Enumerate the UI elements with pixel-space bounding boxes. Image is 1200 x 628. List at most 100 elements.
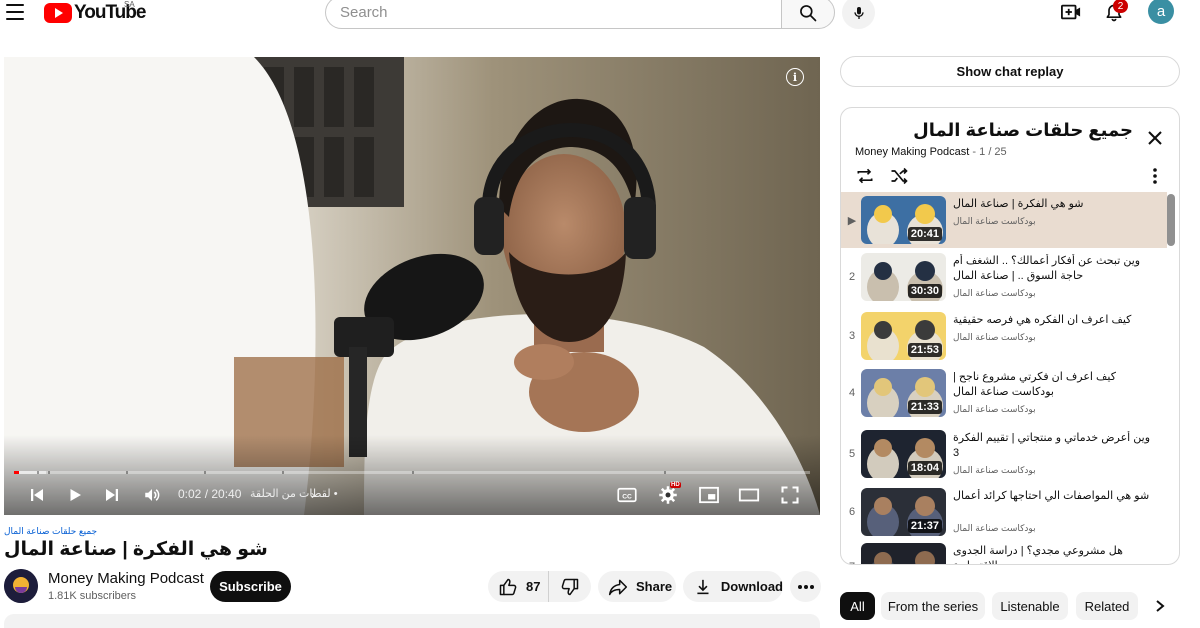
channel-avatar[interactable]	[4, 569, 38, 603]
playlist-item[interactable]: ▶ 20:41 شو هي الفكرة | صناعة المال بودكاست …	[841, 192, 1167, 248]
playlist-item-title[interactable]: وين تبحث عن أفكار أعمالك؟ .. الشغف أم حا…	[953, 254, 1159, 284]
playlist-item-index: 6	[848, 506, 856, 518]
progress-bar[interactable]	[14, 471, 810, 474]
download-button[interactable]: Download	[683, 571, 783, 602]
download-label: Download	[720, 579, 783, 594]
play-button[interactable]	[64, 484, 86, 506]
search-icon	[800, 4, 817, 21]
search-input[interactable]	[340, 4, 782, 21]
now-playing-icon: ▶	[847, 215, 857, 227]
playlist-item-title[interactable]: هل مشروعي مجدي؟ | دراسة الجدوى الاقتصادي…	[953, 544, 1159, 564]
chips-next-button[interactable]	[1148, 594, 1172, 618]
playlist-panel: جميع حلقات صناعة المال Money Making Podc…	[840, 107, 1180, 565]
settings-button[interactable]: HD	[656, 482, 681, 506]
subscribe-button[interactable]: Subscribe	[210, 571, 291, 602]
playlist-item-channel: بودكاست صناعة المال	[953, 523, 1036, 533]
playlist-item-title[interactable]: كيف اعرف ان الفكره هي فرصه حقيقية	[953, 313, 1159, 328]
share-button[interactable]: Share	[598, 571, 676, 602]
playlist-meta: Money Making Podcast - 1 / 25	[855, 146, 1007, 158]
fullscreen-icon	[781, 486, 799, 504]
playlist-item[interactable]: 7 هل مشروعي مجدي؟ | دراسة الجدوى الاقتصاد…	[841, 539, 1167, 564]
menu-icon[interactable]	[6, 4, 24, 20]
playlist-owner[interactable]: Money Making Podcast	[855, 146, 969, 158]
video-player[interactable]: i 0:02 / 20:40 • لقطات من الحلقة › CC HD	[4, 57, 820, 515]
theater-mode-icon	[738, 488, 760, 502]
playlist-more-button[interactable]	[1145, 166, 1165, 186]
create-button[interactable]	[1058, 0, 1084, 24]
playlist-item-channel: بودكاست صناعة المال	[953, 465, 1036, 475]
subtitles-button[interactable]: CC	[616, 484, 638, 506]
play-icon	[70, 489, 81, 501]
playlist-item[interactable]: 2 30:30 وين تبحث عن أفكار أعمالك؟ .. الشغف…	[841, 249, 1167, 305]
mute-button[interactable]	[141, 484, 163, 506]
playlist-item-thumbnail[interactable]	[861, 543, 946, 564]
playlist-title[interactable]: جميع حلقات صناعة المال	[913, 120, 1133, 141]
playlist-item-title[interactable]: كيف اعرف ان فكرتي مشروع ناجح | بودكاست ص…	[953, 370, 1159, 400]
description-box[interactable]	[4, 614, 820, 628]
download-icon	[697, 579, 709, 594]
thumbs-down-icon	[561, 578, 579, 595]
chapter-title[interactable]: • لقطات من الحلقة	[250, 487, 338, 500]
loop-playlist-button[interactable]	[855, 166, 875, 186]
playlist-item-title[interactable]: شو هي الفكرة | صناعة المال	[953, 197, 1159, 212]
playlist-item-thumbnail[interactable]: 21:53	[861, 312, 946, 360]
miniplayer-button[interactable]	[697, 484, 721, 506]
volume-icon	[145, 489, 160, 501]
channel-name[interactable]: Money Making Podcast	[48, 570, 204, 587]
playlist-item-thumbnail[interactable]: 18:04	[861, 430, 946, 478]
chapter-marker	[126, 471, 128, 474]
next-button[interactable]	[101, 484, 123, 506]
account-avatar[interactable]: a	[1148, 0, 1174, 24]
video-title: شو هي الفكرة | صناعة المال	[4, 539, 268, 560]
dislike-button[interactable]	[548, 571, 591, 602]
playlist-items: ▶ 20:41 شو هي الفكرة | صناعة المال بودكاست …	[841, 192, 1167, 564]
duration-badge: 18:04	[907, 461, 942, 475]
previous-button[interactable]	[26, 484, 48, 506]
like-button[interactable]: 87	[488, 571, 548, 602]
filter-chip-from-the-series[interactable]: From the series	[881, 592, 985, 620]
playlist-item[interactable]: 4 21:33 كيف اعرف ان فكرتي مشروع ناجح | بود…	[841, 365, 1167, 421]
close-icon	[1148, 131, 1162, 145]
thumbnail-image	[861, 543, 946, 564]
progress-played	[14, 471, 19, 474]
filter-chip-related[interactable]: Related	[1076, 592, 1138, 620]
playlist-item-index: 2	[848, 271, 856, 283]
more-actions-button[interactable]	[790, 571, 821, 602]
chapter-marker	[37, 471, 39, 474]
thumbs-up-icon	[499, 578, 517, 595]
playlist-item[interactable]: 6 21:37 شو هي المواصفات الي احتاجها كرائد …	[841, 484, 1167, 540]
playlist-scrollbar[interactable]	[1167, 194, 1175, 246]
series-link[interactable]: جميع حلقات صناعة المال	[4, 526, 97, 537]
notification-count-badge: 2	[1113, 0, 1128, 13]
chapter-label: لقطات من الحلقة	[250, 488, 331, 500]
info-icon[interactable]: i	[786, 68, 804, 86]
miniplayer-icon	[699, 486, 719, 504]
gear-icon	[659, 486, 677, 504]
playlist-item-channel: بودكاست صناعة المال	[953, 288, 1036, 298]
search-button[interactable]	[781, 0, 835, 29]
theater-mode-button[interactable]	[737, 484, 761, 506]
filter-chip-all[interactable]: All	[840, 592, 875, 620]
svg-text:CC: CC	[622, 493, 632, 500]
skip-previous-icon	[31, 489, 43, 501]
playlist-item-title[interactable]: شو هي المواصفات الي احتاجها كرائد أعمال	[953, 489, 1159, 504]
playlist-item-index: 5	[848, 448, 856, 460]
microphone-icon	[853, 6, 864, 19]
playlist-item-thumbnail[interactable]: 21:33	[861, 369, 946, 417]
playlist-item-thumbnail[interactable]: 30:30	[861, 253, 946, 301]
chapter-marker	[48, 471, 50, 474]
chapter-marker	[204, 471, 206, 474]
share-label: Share	[636, 579, 673, 594]
duration-badge: 21:53	[907, 343, 942, 357]
shuffle-playlist-button[interactable]	[889, 166, 909, 186]
close-playlist-button[interactable]	[1145, 128, 1165, 148]
filter-chip-listenable[interactable]: Listenable	[992, 592, 1068, 620]
show-chat-replay-button[interactable]: Show chat replay	[840, 56, 1180, 87]
fullscreen-button[interactable]	[778, 484, 802, 506]
playlist-item[interactable]: 3 21:53 كيف اعرف ان الفكره هي فرصه حقيقية ب…	[841, 308, 1167, 364]
playlist-item-thumbnail[interactable]: 21:37	[861, 488, 946, 536]
playlist-item-thumbnail[interactable]: 20:41	[861, 196, 946, 244]
playlist-item[interactable]: 5 18:04 وين أعرض خدماتي و منتجاتي | تقييم …	[841, 426, 1167, 482]
playlist-item-title[interactable]: وين أعرض خدماتي و منتجاتي | تقييم الفكرة…	[953, 431, 1159, 461]
voice-search-button[interactable]	[842, 0, 875, 29]
